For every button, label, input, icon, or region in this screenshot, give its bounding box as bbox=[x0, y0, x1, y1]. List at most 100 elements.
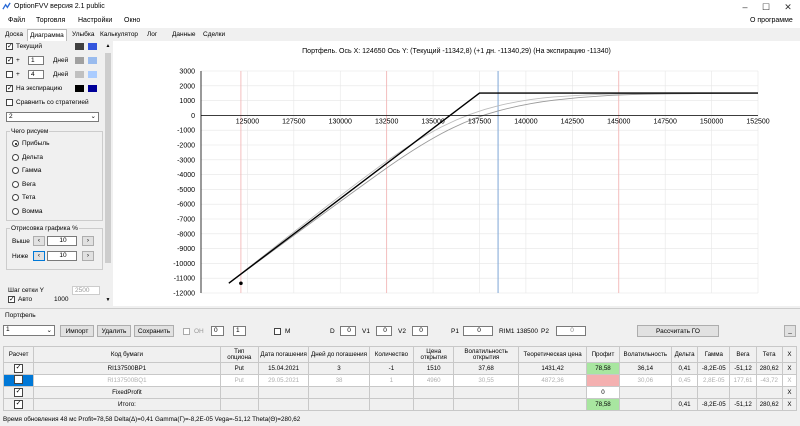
maximize-icon[interactable]: ☐ bbox=[756, 1, 776, 13]
minimize-panel-button[interactable]: _ bbox=[784, 325, 796, 337]
row-checkbox[interactable]: ✓ bbox=[14, 400, 24, 409]
oh-checkbox[interactable] bbox=[183, 328, 190, 335]
calc-go-button[interactable]: Рассчитать ГО bbox=[637, 325, 719, 337]
row-calc-cell[interactable] bbox=[2, 374, 35, 387]
col-open-vol[interactable]: Волатильность открытия bbox=[453, 346, 519, 363]
scroll-up-icon[interactable]: ▲ bbox=[105, 43, 111, 49]
col-open-price[interactable]: Цена открытия bbox=[413, 346, 455, 363]
expiration-color-swatch[interactable] bbox=[75, 85, 84, 92]
draw-type-group bbox=[6, 131, 103, 221]
above-input[interactable]: 10 bbox=[47, 236, 77, 246]
table-cell[interactable]: X bbox=[781, 386, 798, 399]
pnl-chart[interactable]: 3000 2000 1000 0 -1000 -2000 -3000 -4000 -5000 -6… bbox=[113, 41, 800, 306]
plus1-days-input[interactable]: 1 bbox=[28, 56, 44, 65]
radio-vega[interactable] bbox=[12, 181, 19, 188]
menu-about[interactable]: О программе bbox=[750, 17, 793, 24]
menu-window[interactable]: Окно bbox=[124, 17, 140, 24]
col-vega[interactable]: Вега bbox=[729, 346, 757, 363]
row-checkbox[interactable] bbox=[14, 375, 24, 384]
expiration-color-swatch-2[interactable] bbox=[88, 85, 97, 92]
p1-input[interactable]: 0 bbox=[463, 326, 493, 336]
col-profit[interactable]: Профит bbox=[586, 346, 620, 363]
below-input[interactable]: 10 bbox=[47, 251, 77, 261]
below-decrease-button[interactable]: ‹ bbox=[33, 251, 45, 261]
menu-trading[interactable]: Торговля bbox=[36, 17, 65, 24]
plus2-days-input[interactable]: 4 bbox=[28, 70, 44, 79]
p2-input[interactable]: 0 bbox=[556, 326, 586, 336]
below-increase-button[interactable]: › bbox=[82, 251, 94, 261]
col-vol[interactable]: Волатильность bbox=[618, 346, 672, 363]
row-checkbox[interactable]: ✓ bbox=[14, 364, 24, 373]
table-row[interactable]: RI137500BQ1 Put 29.05.2021 38 1 4960 30,55 4872… bbox=[2, 374, 798, 387]
col-expiry[interactable]: Дата погашения bbox=[257, 346, 310, 363]
tab-smile[interactable]: Улыбка bbox=[72, 29, 94, 40]
col-qty[interactable]: Количество bbox=[368, 346, 415, 363]
col-delta[interactable]: Дельта bbox=[670, 346, 699, 363]
tab-diagram[interactable]: Диаграмма bbox=[27, 29, 67, 41]
col-theo-price[interactable]: Теоретическая цена bbox=[517, 346, 588, 363]
plus2-color-swatch-2[interactable] bbox=[88, 71, 97, 78]
above-decrease-button[interactable]: ‹ bbox=[33, 236, 45, 246]
col-theta[interactable]: Тета bbox=[755, 346, 783, 363]
scroll-thumb[interactable] bbox=[105, 53, 111, 263]
table-row[interactable]: ✓ Итого: 78,58 0,41 -8,2E-05 -51,12 280,62 X bbox=[2, 398, 798, 411]
grid-step-input[interactable]: 2500 bbox=[72, 286, 100, 295]
col-gamma[interactable]: Гамма bbox=[697, 346, 731, 363]
plus1-color-swatch[interactable] bbox=[75, 57, 84, 64]
above-increase-button[interactable]: › bbox=[82, 236, 94, 246]
radio-gamma[interactable] bbox=[12, 167, 19, 174]
col-calc[interactable]: Расчет bbox=[2, 346, 35, 363]
plus1-color-swatch-2[interactable] bbox=[88, 57, 97, 64]
row-calc-cell[interactable]: ✓ bbox=[2, 386, 35, 399]
v2-input[interactable]: 0 bbox=[412, 326, 428, 336]
oh-input-a[interactable]: 0 bbox=[211, 326, 224, 336]
plus1-checkbox[interactable]: ✓ bbox=[6, 57, 13, 64]
col-x[interactable]: X bbox=[781, 346, 798, 363]
oh-input-b[interactable]: 1 bbox=[233, 326, 246, 336]
plus1-plus-label: + bbox=[16, 57, 20, 64]
tab-log[interactable]: Лог bbox=[147, 29, 157, 40]
strategy-select[interactable]: 2 ⌄ bbox=[6, 112, 99, 122]
compare-checkbox[interactable] bbox=[6, 99, 13, 106]
radio-profit[interactable] bbox=[12, 140, 19, 147]
tab-calculator[interactable]: Калькулятор bbox=[100, 29, 138, 40]
table-cell[interactable]: X bbox=[781, 374, 798, 387]
close-icon[interactable]: ✕ bbox=[778, 1, 798, 13]
current-color-swatch-2[interactable] bbox=[88, 43, 97, 50]
current-checkbox[interactable]: ✓ bbox=[6, 43, 13, 50]
delete-button[interactable]: Удалить bbox=[97, 325, 131, 337]
row-calc-cell[interactable]: ✓ bbox=[2, 398, 35, 411]
auto-checkbox[interactable]: ✓ bbox=[8, 296, 15, 303]
col-code[interactable]: Код бумаги bbox=[33, 346, 221, 363]
menu-file[interactable]: Файл bbox=[8, 17, 25, 24]
row-checkbox[interactable]: ✓ bbox=[14, 388, 24, 397]
minimize-icon[interactable]: – bbox=[735, 1, 755, 13]
table-cell[interactable]: X bbox=[781, 362, 798, 375]
tab-deals[interactable]: Сделки bbox=[203, 29, 225, 40]
table-row[interactable]: ✓ RI137500BP1 Put 15.04.2021 3 -1 1510 37,68 143… bbox=[2, 362, 798, 375]
expiration-checkbox[interactable]: ✓ bbox=[6, 85, 13, 92]
radio-theta[interactable] bbox=[12, 194, 19, 201]
tab-board[interactable]: Доска bbox=[5, 29, 23, 40]
import-button[interactable]: Импорт bbox=[60, 325, 94, 337]
y-tick-label: -9000 bbox=[177, 246, 195, 253]
table-row[interactable]: ✓ FixedProfit 0 X bbox=[2, 386, 798, 399]
menu-settings[interactable]: Настройки bbox=[78, 17, 112, 24]
plus2-checkbox[interactable] bbox=[6, 71, 13, 78]
col-days[interactable]: Дней до погашения bbox=[308, 346, 370, 363]
tab-data[interactable]: Данные bbox=[172, 29, 195, 40]
scroll-down-icon[interactable]: ▼ bbox=[105, 297, 111, 303]
radio-delta[interactable] bbox=[12, 154, 19, 161]
col-type[interactable]: Тип опциона bbox=[219, 346, 259, 363]
radio-vomma[interactable] bbox=[12, 208, 19, 215]
row-calc-cell[interactable]: ✓ bbox=[2, 362, 35, 375]
v1-input[interactable]: 0 bbox=[376, 326, 392, 336]
d-input[interactable]: 0 bbox=[340, 326, 356, 336]
portfolio-select[interactable]: 1 ⌄ bbox=[3, 325, 55, 336]
save-button[interactable]: Сохранить bbox=[134, 325, 174, 337]
table-cell[interactable]: X bbox=[781, 398, 798, 411]
plus2-color-swatch[interactable] bbox=[75, 71, 84, 78]
current-color-swatch[interactable] bbox=[75, 43, 84, 50]
settings-scrollbar[interactable]: ▲ ▼ bbox=[104, 41, 112, 306]
m-checkbox[interactable] bbox=[274, 328, 281, 335]
